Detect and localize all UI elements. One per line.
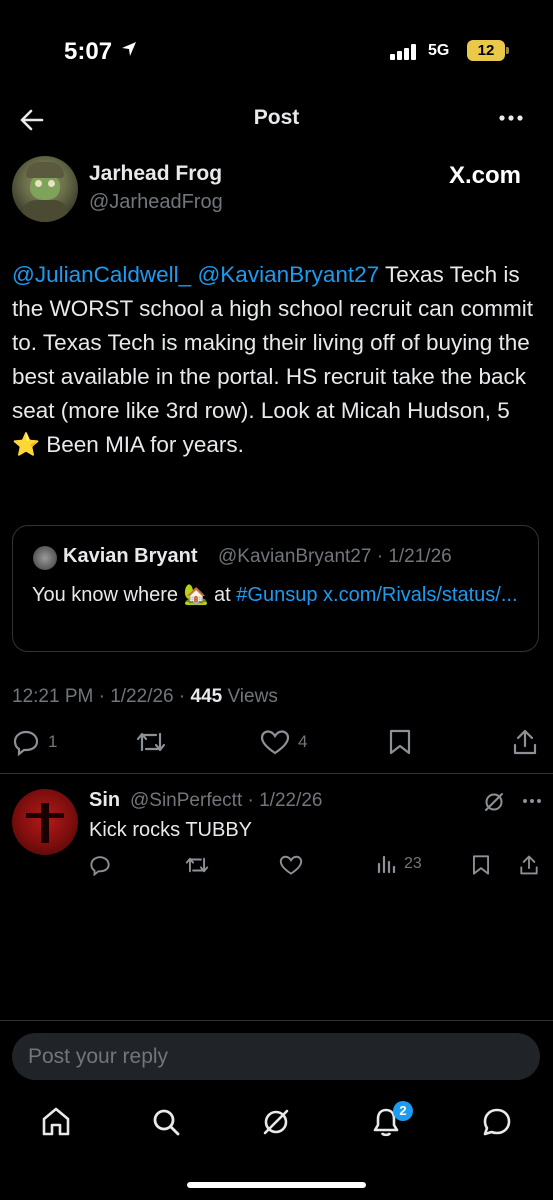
views-label: Views <box>222 686 278 707</box>
grok-icon[interactable] <box>483 791 505 813</box>
reply-views-button[interactable]: 23 <box>376 854 422 874</box>
share-icon <box>512 728 538 756</box>
share-button[interactable] <box>512 728 538 756</box>
repost-icon <box>136 728 166 756</box>
post-timestamp: 12:21 PM · 1/22/26 · 445 Views <box>12 686 278 708</box>
reply-more-icon[interactable] <box>521 793 543 809</box>
like-icon <box>279 854 303 876</box>
reply-share-button[interactable] <box>519 854 539 876</box>
quoted-post[interactable]: Kavian Bryant @KavianBryant27 · 1/21/26 … <box>12 525 539 652</box>
hashtag-link[interactable]: #Gunsup <box>236 584 317 606</box>
status-bar: 5:07 5G 12 <box>0 0 553 100</box>
signal-icon <box>390 44 420 60</box>
like-count: 4 <box>298 732 308 751</box>
source-label: X.com <box>449 162 522 189</box>
repost-icon <box>185 854 209 876</box>
views-count: 445 <box>190 686 223 707</box>
battery-indicator: 12 <box>467 40 509 61</box>
home-icon[interactable] <box>41 1106 71 1138</box>
author-avatar[interactable] <box>12 156 78 222</box>
reply-input[interactable]: Post your reply <box>12 1033 540 1080</box>
reply-views-count: 23 <box>404 855 422 872</box>
mention-link[interactable]: @JulianCaldwell_ <box>12 262 191 287</box>
quote-text: You know where 🏡 at #Gunsup x.com/Rivals… <box>32 581 522 610</box>
bookmark-button[interactable] <box>388 728 412 756</box>
quote-avatar <box>33 546 57 570</box>
search-icon[interactable] <box>151 1106 181 1138</box>
network-label: 5G <box>428 42 450 59</box>
reply-text: Kick rocks TUBBY <box>89 819 252 841</box>
post-action-bar: 1 4 <box>0 728 553 768</box>
bottom-nav <box>0 1100 553 1148</box>
author-name[interactable]: Jarhead Frog <box>89 162 222 186</box>
reply-author-name[interactable]: Sin <box>89 789 120 812</box>
home-indicator <box>187 1182 366 1188</box>
page-title: Post <box>253 106 300 129</box>
like-button[interactable]: 4 <box>260 728 307 756</box>
reply-icon <box>89 854 111 876</box>
messages-icon[interactable] <box>481 1106 513 1138</box>
post-time: 12:21 PM · 1/22/26 · <box>12 686 191 707</box>
post-body: Texas Tech is the WORST school a high sc… <box>12 262 534 457</box>
reply-bookmark-button[interactable] <box>471 854 491 876</box>
quote-body: You know where 🏡 at <box>32 584 237 606</box>
share-icon <box>519 854 539 876</box>
reply-avatar[interactable] <box>12 789 78 855</box>
bookmark-icon <box>388 728 412 756</box>
status-time: 5:07 <box>64 38 113 65</box>
reply-repost-button[interactable] <box>185 854 209 876</box>
views-icon <box>376 854 396 874</box>
more-icon[interactable] <box>497 108 525 128</box>
reply-icon <box>12 728 40 756</box>
location-icon <box>120 40 138 58</box>
reply-button[interactable]: 1 <box>12 728 57 756</box>
quote-meta: @KavianBryant27 · 1/21/26 <box>218 546 452 567</box>
grok-icon[interactable] <box>261 1106 291 1138</box>
divider <box>0 773 553 774</box>
author-handle[interactable]: @JarheadFrog <box>89 191 223 214</box>
reply-count: 1 <box>48 732 58 751</box>
mention-link[interactable]: @KavianBryant27 <box>197 262 379 287</box>
divider <box>0 1020 553 1021</box>
quote-author-name: Kavian Bryant <box>63 545 198 567</box>
bookmark-icon <box>471 854 491 876</box>
reply-meta: @SinPerfectt · 1/22/26 <box>130 790 323 811</box>
post-text: @JulianCaldwell_ @KavianBryant27 Texas T… <box>12 258 542 462</box>
notification-badge: 2 <box>393 1101 413 1121</box>
like-icon <box>260 728 290 756</box>
quote-url-link[interactable]: x.com/Rivals/status/... <box>323 584 518 606</box>
reply-action-bar: 23 <box>0 854 553 884</box>
repost-button[interactable] <box>136 728 166 756</box>
reply-reply-button[interactable] <box>89 854 111 876</box>
reply-like-button[interactable] <box>279 854 303 876</box>
